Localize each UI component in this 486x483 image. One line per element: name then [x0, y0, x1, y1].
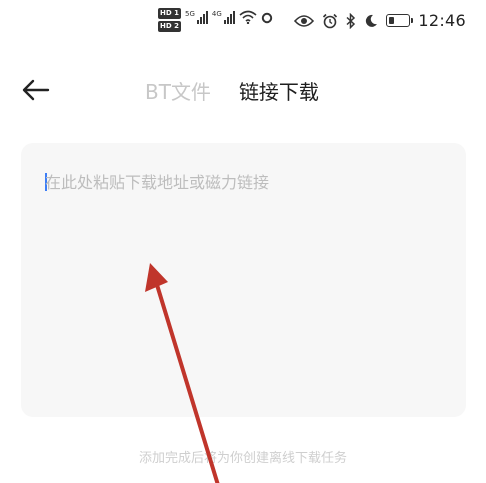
battery-icon: [386, 14, 414, 27]
system-icons: 12:46: [294, 11, 466, 30]
net1-label: 5G: [184, 10, 195, 18]
eye-comfort-icon: [294, 14, 315, 28]
hotspot-ring-icon: [261, 12, 273, 24]
tab-bt-file[interactable]: BT文件: [145, 76, 211, 105]
signal-bars-icon: [196, 10, 208, 24]
tab-link-download[interactable]: 链接下载: [239, 76, 319, 105]
download-link-input[interactable]: [45, 169, 445, 195]
bluetooth-icon: [346, 12, 356, 29]
signal-group: HD 1 HD 2 5G 4G: [158, 8, 273, 32]
sim2-badge: HD 2: [158, 21, 181, 32]
signal-bars-icon: [223, 10, 235, 24]
sim-badges: HD 1 HD 2: [158, 8, 181, 32]
sim2-signal: 4G: [212, 10, 235, 24]
sim1-signal: 5G: [185, 10, 208, 24]
wifi-icon: [239, 10, 257, 24]
download-tabs: BT文件 链接下载: [145, 74, 319, 106]
link-input-area[interactable]: [21, 143, 466, 417]
offline-task-hint: 添加完成后将为你创建离线下载任务: [138, 451, 347, 466]
battery-fill: [389, 17, 395, 24]
sim1-badge: HD 1: [158, 8, 181, 19]
arrow-left-icon: [22, 79, 50, 101]
status-bar: HD 1 HD 2 5G 4G 12:46: [0, 0, 486, 50]
alarm-icon: [322, 13, 338, 29]
status-time: 12:46: [418, 11, 466, 30]
moon-icon: [364, 14, 378, 28]
back-button[interactable]: [18, 74, 54, 106]
net2-label: 4G: [211, 10, 222, 18]
